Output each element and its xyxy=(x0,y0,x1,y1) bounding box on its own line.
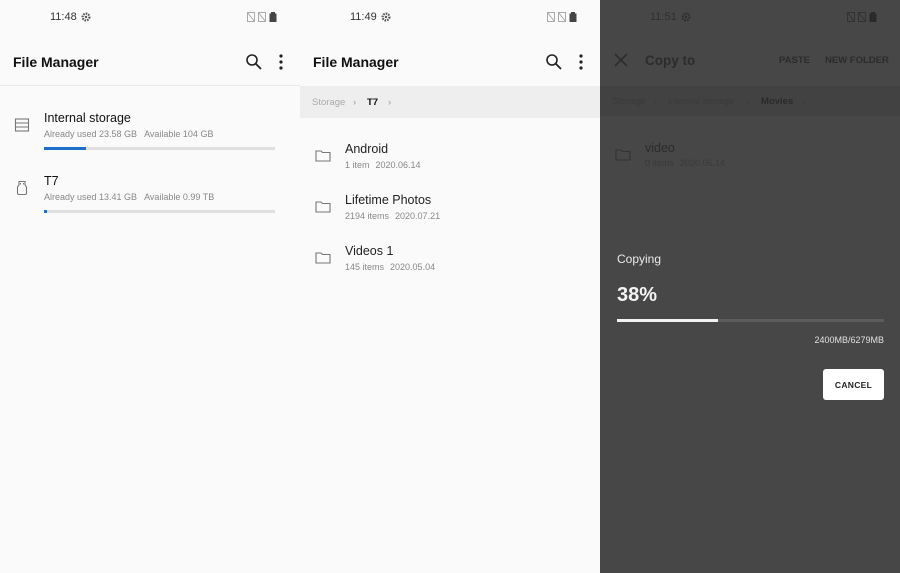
status-time: 11:49 xyxy=(350,11,377,23)
storage-item-internal[interactable]: Internal storage Already used 23.58 GB Av… xyxy=(0,111,300,171)
copy-progress-fill xyxy=(617,319,719,322)
app-title: File Manager xyxy=(13,54,99,70)
storage-icon xyxy=(14,118,30,132)
folder-icon xyxy=(315,150,331,162)
folder-meta: 2194 items 2020.07.21 xyxy=(345,211,440,221)
paste-button[interactable]: PASTE xyxy=(779,55,810,66)
folder-date: 2020.06.14 xyxy=(375,160,421,170)
no-sim-icon xyxy=(558,12,566,22)
app-title: File Manager xyxy=(313,54,399,70)
breadcrumb: Storage › Internal storage › Movies › xyxy=(600,86,900,116)
folder-item-videos-1[interactable]: Videos 1 145 items 2020.05.04 xyxy=(300,244,600,284)
divider xyxy=(0,85,300,86)
copy-percent: 38% xyxy=(617,284,658,306)
no-sim-icon xyxy=(858,12,866,22)
status-icons xyxy=(847,12,877,22)
status-bar: 11:49 xyxy=(300,0,600,34)
no-sim-icon xyxy=(247,12,255,22)
status-time: 11:51 xyxy=(650,11,677,23)
close-icon[interactable] xyxy=(614,53,628,67)
chevron-right-icon: › xyxy=(654,96,658,107)
status-time: 11:48 xyxy=(50,11,77,23)
storage-item-t7[interactable]: T7 Already used 13.41 GB Available 0.99 T… xyxy=(0,174,300,234)
folder-meta: 1 item 2020.06.14 xyxy=(345,160,421,170)
no-sim-icon xyxy=(258,12,266,22)
app-bar: File Manager xyxy=(0,44,300,84)
app-title: Copy to xyxy=(645,53,696,68)
status-icons xyxy=(547,12,577,22)
no-sim-icon xyxy=(547,12,555,22)
status-icons xyxy=(247,12,277,22)
cancel-button[interactable]: CANCEL xyxy=(823,369,884,400)
folder-count: 0 items xyxy=(645,158,675,168)
new-folder-button[interactable]: NEW FOLDER xyxy=(825,55,889,66)
gear-icon xyxy=(381,12,391,22)
copy-progress-bar xyxy=(617,319,884,322)
no-sim-icon xyxy=(847,12,855,22)
more-vert-icon[interactable] xyxy=(276,53,286,71)
more-vert-icon[interactable] xyxy=(576,53,586,71)
folder-browser-screen: 11:49 File Manager Storage › T7 › Androi… xyxy=(300,0,600,573)
storage-usage-fill xyxy=(44,147,86,150)
copy-to-screen: 11:51 Copy to PASTE NEW FOLDER Storage ›… xyxy=(600,0,900,573)
storage-used: Already used 23.58 GB xyxy=(44,129,138,139)
folder-date: 2020.06.14 xyxy=(680,158,726,168)
folder-item-android[interactable]: Android 1 item 2020.06.14 xyxy=(300,142,600,182)
folder-count: 145 items xyxy=(345,262,385,272)
status-bar: 11:51 xyxy=(600,0,900,34)
folder-count: 2194 items xyxy=(345,211,390,221)
breadcrumb-internal-storage[interactable]: Internal storage xyxy=(668,96,734,107)
storage-available: Available 0.99 TB xyxy=(144,192,215,202)
folder-name: Lifetime Photos xyxy=(345,193,432,207)
storage-usage-bar xyxy=(44,210,275,213)
storage-meta: Already used 13.41 GB Available 0.99 TB xyxy=(44,192,214,202)
battery-icon xyxy=(869,12,877,22)
storage-usage-fill xyxy=(44,210,47,213)
status-bar: 11:48 xyxy=(0,0,300,34)
storage-meta: Already used 23.58 GB Available 104 GB xyxy=(44,129,213,139)
folder-item-lifetime-photos[interactable]: Lifetime Photos 2194 items 2020.07.21 xyxy=(300,193,600,233)
storage-name: T7 xyxy=(44,174,59,188)
chevron-right-icon: › xyxy=(353,97,357,108)
folder-meta: 0 items 2020.06.14 xyxy=(645,158,725,168)
usb-drive-icon xyxy=(16,180,28,196)
folder-icon xyxy=(615,149,631,161)
storage-screen: 11:48 File Manager Internal storage Alre… xyxy=(0,0,300,573)
battery-icon xyxy=(269,12,277,22)
battery-icon xyxy=(569,12,577,22)
folder-icon xyxy=(315,201,331,213)
breadcrumb: Storage › T7 › xyxy=(300,86,600,118)
copy-status-label: Copying xyxy=(617,252,662,266)
folder-date: 2020.05.04 xyxy=(390,262,436,272)
folder-item-video[interactable]: video 0 items 2020.06.14 xyxy=(600,141,900,181)
folder-count: 1 item xyxy=(345,160,370,170)
chevron-right-icon: › xyxy=(388,97,392,108)
storage-usage-bar xyxy=(44,147,275,150)
breadcrumb-storage[interactable]: Storage xyxy=(312,97,345,108)
app-bar: Copy to PASTE NEW FOLDER xyxy=(600,44,900,80)
storage-name: Internal storage xyxy=(44,111,131,125)
folder-name: video xyxy=(645,141,675,155)
folder-icon xyxy=(315,252,331,264)
breadcrumb-movies[interactable]: Movies xyxy=(761,96,793,107)
storage-available: Available 104 GB xyxy=(144,129,214,139)
search-icon[interactable] xyxy=(245,53,263,71)
breadcrumb-storage[interactable]: Storage xyxy=(612,96,645,107)
folder-name: Videos 1 xyxy=(345,244,394,258)
app-bar: File Manager xyxy=(300,44,600,84)
folder-date: 2020.07.21 xyxy=(395,211,441,221)
chevron-right-icon: › xyxy=(802,96,806,107)
folder-name: Android xyxy=(345,142,389,156)
folder-meta: 145 items 2020.05.04 xyxy=(345,262,435,272)
chevron-right-icon: › xyxy=(746,96,750,107)
breadcrumb-t7[interactable]: T7 xyxy=(367,97,378,108)
gear-icon xyxy=(81,12,91,22)
gear-icon xyxy=(681,12,691,22)
search-icon[interactable] xyxy=(545,53,563,71)
copy-size-text: 2400MB/6279MB xyxy=(814,335,884,345)
storage-used: Already used 13.41 GB xyxy=(44,192,138,202)
